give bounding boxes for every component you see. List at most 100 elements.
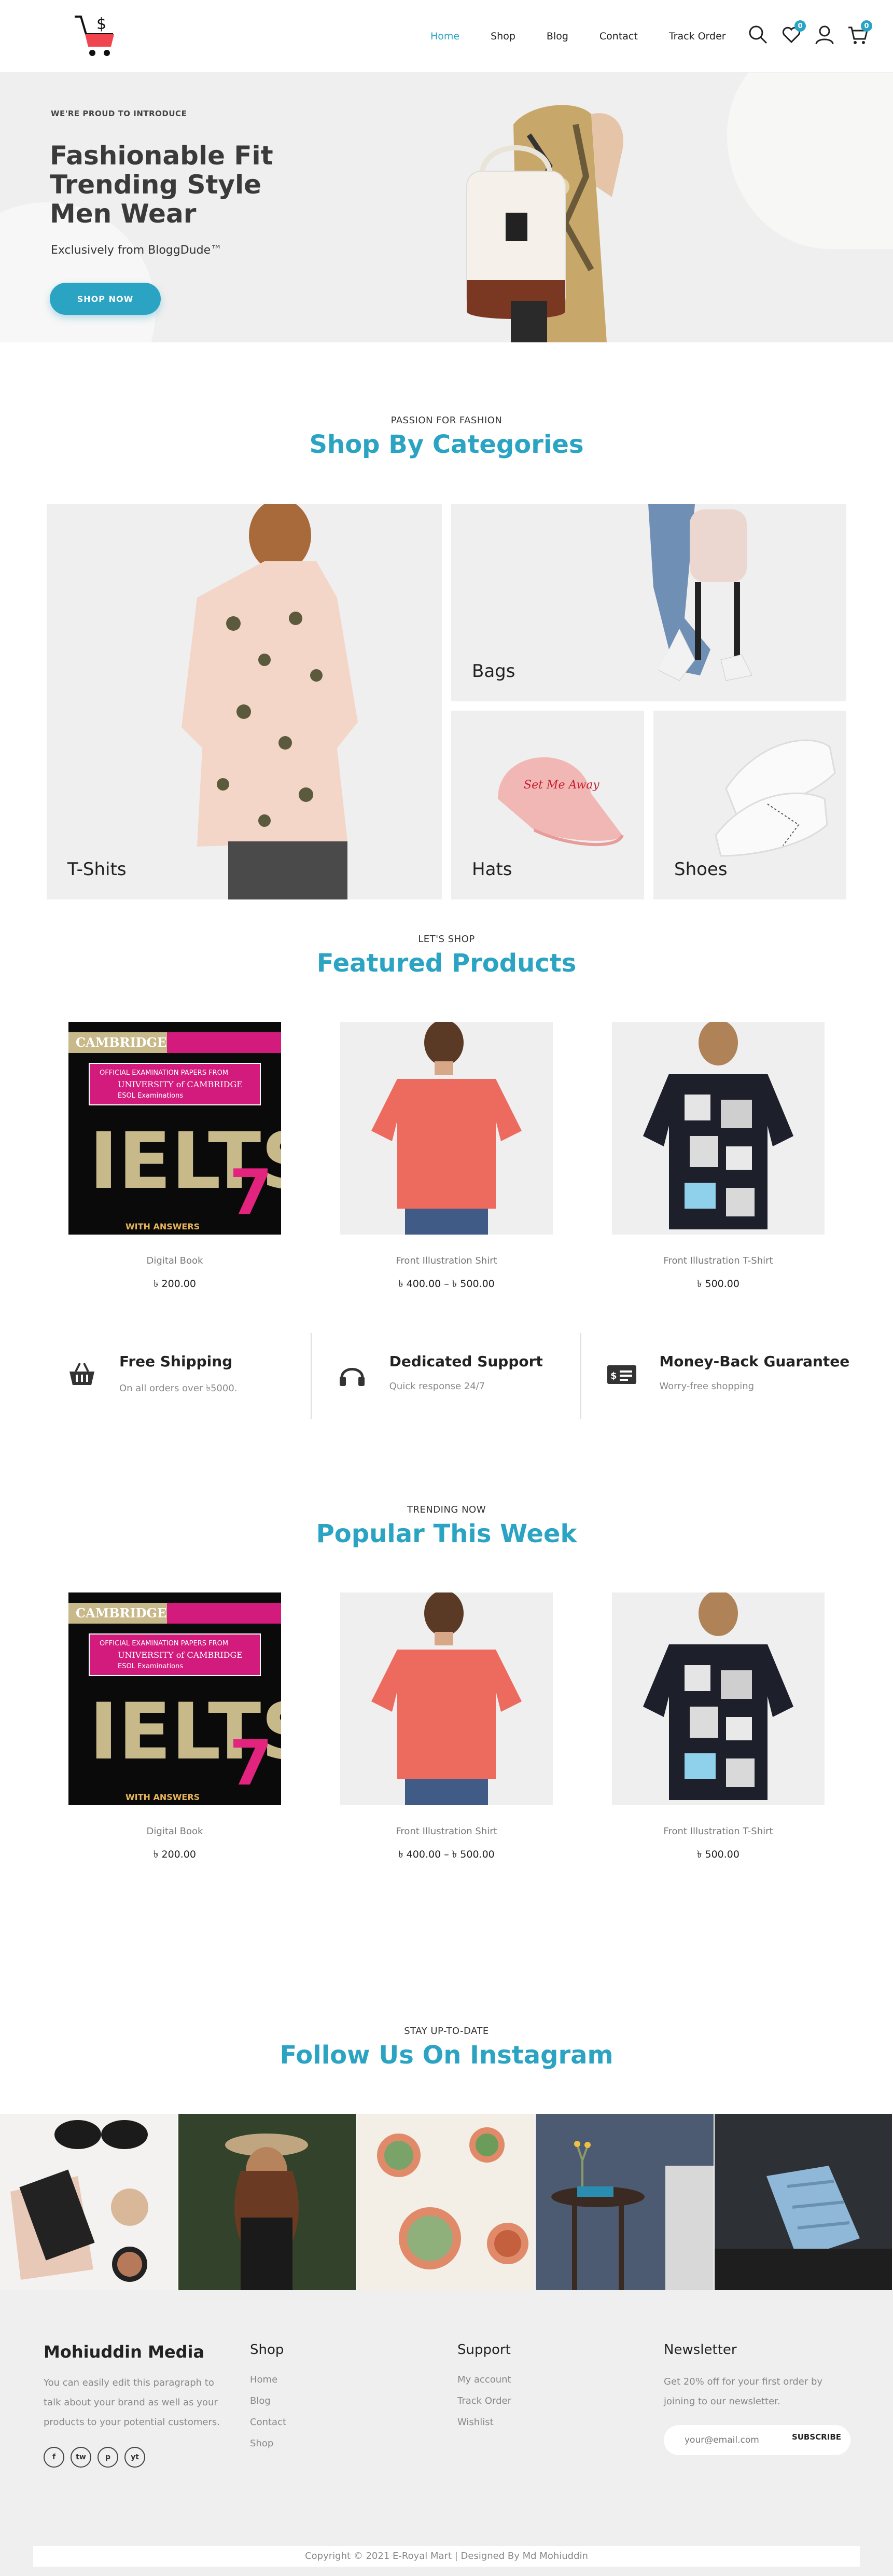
search-icon[interactable] (747, 23, 770, 46)
footer-brand: Mohiuddin Media (44, 2342, 205, 2362)
product-name[interactable]: Front Illustration Shirt (340, 1255, 553, 1266)
featured-title: Featured Products (316, 949, 577, 978)
product-card[interactable]: Front Illustration Shirt ৳ 400.00 – ৳ 50… (340, 1592, 553, 1864)
wishlist-count-badge: 0 (794, 20, 806, 32)
instagram-photo[interactable] (357, 2114, 536, 2290)
category-tile-shoes[interactable]: Shoes (653, 711, 846, 899)
subscribe-button[interactable]: SUBSCRIBE (792, 2432, 841, 2442)
twitter-icon[interactable]: tw (71, 2447, 91, 2468)
category-label: T-Shits (67, 859, 127, 880)
footer-about-text: You can easily edit this paragraph to ta… (44, 2377, 220, 2428)
feature-title: Dedicated Support (389, 1353, 543, 1370)
product-image[interactable]: CAMBRIDGE OFFICIAL EXAMINATION PAPERS FR… (68, 1592, 281, 1805)
wishlist-icon[interactable]: 0 (780, 20, 806, 46)
product-price: ৳ 500.00 (697, 1278, 739, 1290)
main-nav: Home Shop Blog Contact Track Order (430, 0, 757, 73)
product-image[interactable] (612, 1022, 825, 1235)
footer-shop-column: Shop Home Blog Contact Shop (250, 2342, 286, 2449)
product-image[interactable]: CAMBRIDGE OFFICIAL EXAMINATION PAPERS FR… (68, 1022, 281, 1235)
popular-title: Popular This Week (316, 1519, 577, 1548)
book-publisher: CAMBRIDGE (76, 1035, 166, 1050)
footer-link-wishlist[interactable]: Wishlist (457, 2417, 511, 2428)
feature-subtitle: On all orders over ৳5000. (119, 1383, 238, 1394)
shop-now-button[interactable]: SHOP NOW (50, 283, 161, 315)
product-name[interactable]: Digital Book (68, 1255, 281, 1266)
user-account-icon[interactable] (813, 23, 836, 46)
nav-shop[interactable]: Shop (491, 31, 515, 42)
product-card[interactable]: Front Illustration T-Shirt ৳ 500.00 (612, 1022, 825, 1293)
footer-link-track-order[interactable]: Track Order (457, 2395, 511, 2406)
feature-money-back: $ Money-Back Guarantee Worry-free shoppi… (580, 1333, 850, 1419)
cart-icon[interactable]: 0 (846, 20, 872, 46)
book-text: ESOL Examinations (118, 1663, 183, 1670)
instagram-photo[interactable] (714, 2114, 893, 2290)
cart-count-badge: 0 (861, 20, 872, 32)
footer-link-shop[interactable]: Shop (250, 2438, 286, 2449)
footer-link-contact[interactable]: Contact (250, 2417, 286, 2428)
svg-text:$: $ (610, 1370, 617, 1381)
footer-link-home[interactable]: Home (250, 2374, 286, 2385)
product-name[interactable]: Front Illustration T-Shirt (612, 1255, 825, 1266)
instagram-photo[interactable] (0, 2114, 179, 2290)
feature-title: Free Shipping (119, 1353, 233, 1370)
featured-kicker: LET'S SHOP (418, 934, 475, 945)
categories-section: PASSION FOR FASHION Shop By Categories T… (0, 342, 893, 934)
feature-subtitle: Quick response 24/7 (389, 1381, 485, 1392)
instagram-title: Follow Us On Instagram (280, 2041, 613, 2070)
footer-support-heading: Support (457, 2342, 511, 2358)
product-card[interactable]: Front Illustration Shirt ৳ 400.00 – ৳ 50… (340, 1022, 553, 1293)
book-text: WITH ANSWERS (125, 1222, 200, 1231)
featured-product-grid: CAMBRIDGE OFFICIAL EXAMINATION PAPERS FR… (68, 1022, 825, 1293)
newsletter-heading: Newsletter (664, 2342, 737, 2358)
footer-shop-heading: Shop (250, 2342, 284, 2358)
feature-free-shipping: Free Shipping On all orders over ৳5000. (41, 1333, 311, 1419)
facebook-icon[interactable]: f (44, 2447, 64, 2468)
footer-link-blog[interactable]: Blog (250, 2395, 286, 2406)
nav-track-order[interactable]: Track Order (669, 31, 726, 42)
product-card[interactable]: Front Illustration T-Shirt ৳ 500.00 (612, 1592, 825, 1864)
product-image[interactable] (612, 1592, 825, 1805)
book-text: WITH ANSWERS (125, 1792, 200, 1802)
cart-logo-icon[interactable]: $ (73, 10, 119, 57)
hero-kicker: WE'RE PROUD TO INTRODUCE (51, 109, 187, 118)
categories-kicker: PASSION FOR FASHION (390, 415, 503, 426)
feature-title: Money-Back Guarantee (659, 1353, 850, 1370)
nav-blog[interactable]: Blog (547, 31, 568, 42)
features-bar: Free Shipping On all orders over ৳5000. … (41, 1333, 850, 1419)
product-name[interactable]: Digital Book (68, 1826, 281, 1837)
product-card[interactable]: CAMBRIDGE OFFICIAL EXAMINATION PAPERS FR… (68, 1592, 281, 1864)
nav-contact[interactable]: Contact (599, 31, 638, 42)
footer-brand-column: Mohiuddin Media You can easily edit this… (44, 2342, 230, 2468)
instagram-photo[interactable] (178, 2114, 357, 2290)
book-text: OFFICIAL EXAMINATION PAPERS FROM (100, 1640, 228, 1647)
product-price: ৳ 400.00 – ৳ 500.00 (398, 1278, 495, 1290)
category-label: Bags (472, 661, 515, 682)
category-tile-tshirts[interactable]: T-Shits (47, 504, 442, 899)
newsletter-form: SUBSCRIBE (664, 2425, 850, 2455)
category-tile-bags[interactable]: Bags (451, 504, 846, 701)
book-text: ESOL Examinations (118, 1092, 183, 1100)
hero-subtitle: Exclusively from BloggDude™ (51, 244, 222, 257)
category-tile-hats[interactable]: Set Me Away Hats (451, 711, 644, 899)
product-image[interactable] (340, 1592, 553, 1805)
category-label: Hats (472, 859, 512, 880)
pinterest-icon[interactable]: p (97, 2447, 118, 2468)
instagram-photo[interactable] (536, 2114, 715, 2290)
product-name[interactable]: Front Illustration Shirt (340, 1826, 553, 1837)
nav-home[interactable]: Home (430, 31, 459, 42)
product-name[interactable]: Front Illustration T-Shirt (612, 1826, 825, 1837)
instagram-heading: STAY UP-TO-DATE Follow Us On Instagram (0, 2026, 893, 2070)
youtube-icon[interactable]: yt (124, 2447, 145, 2468)
hero-banner: WE'RE PROUD TO INTRODUCE Fashionable Fit… (0, 73, 893, 342)
product-image[interactable] (340, 1022, 553, 1235)
footer-link-my-account[interactable]: My account (457, 2374, 511, 2385)
newsletter-text: Get 20% off for your first order by join… (664, 2376, 823, 2407)
featured-products-section: LET'S SHOP Featured Products CAMBRIDGE O… (0, 934, 893, 1499)
category-grid: T-Shits Bags Set Me Away Hats Shoes (47, 504, 846, 899)
instagram-kicker: STAY UP-TO-DATE (404, 2026, 489, 2037)
header-icons: 0 0 (747, 20, 872, 46)
email-field[interactable] (685, 2425, 788, 2455)
product-card[interactable]: CAMBRIDGE OFFICIAL EXAMINATION PAPERS FR… (68, 1022, 281, 1293)
hero-title: Fashionable Fit Trending Style Men Wear (50, 141, 273, 229)
book-level: 7 (229, 1727, 273, 1799)
